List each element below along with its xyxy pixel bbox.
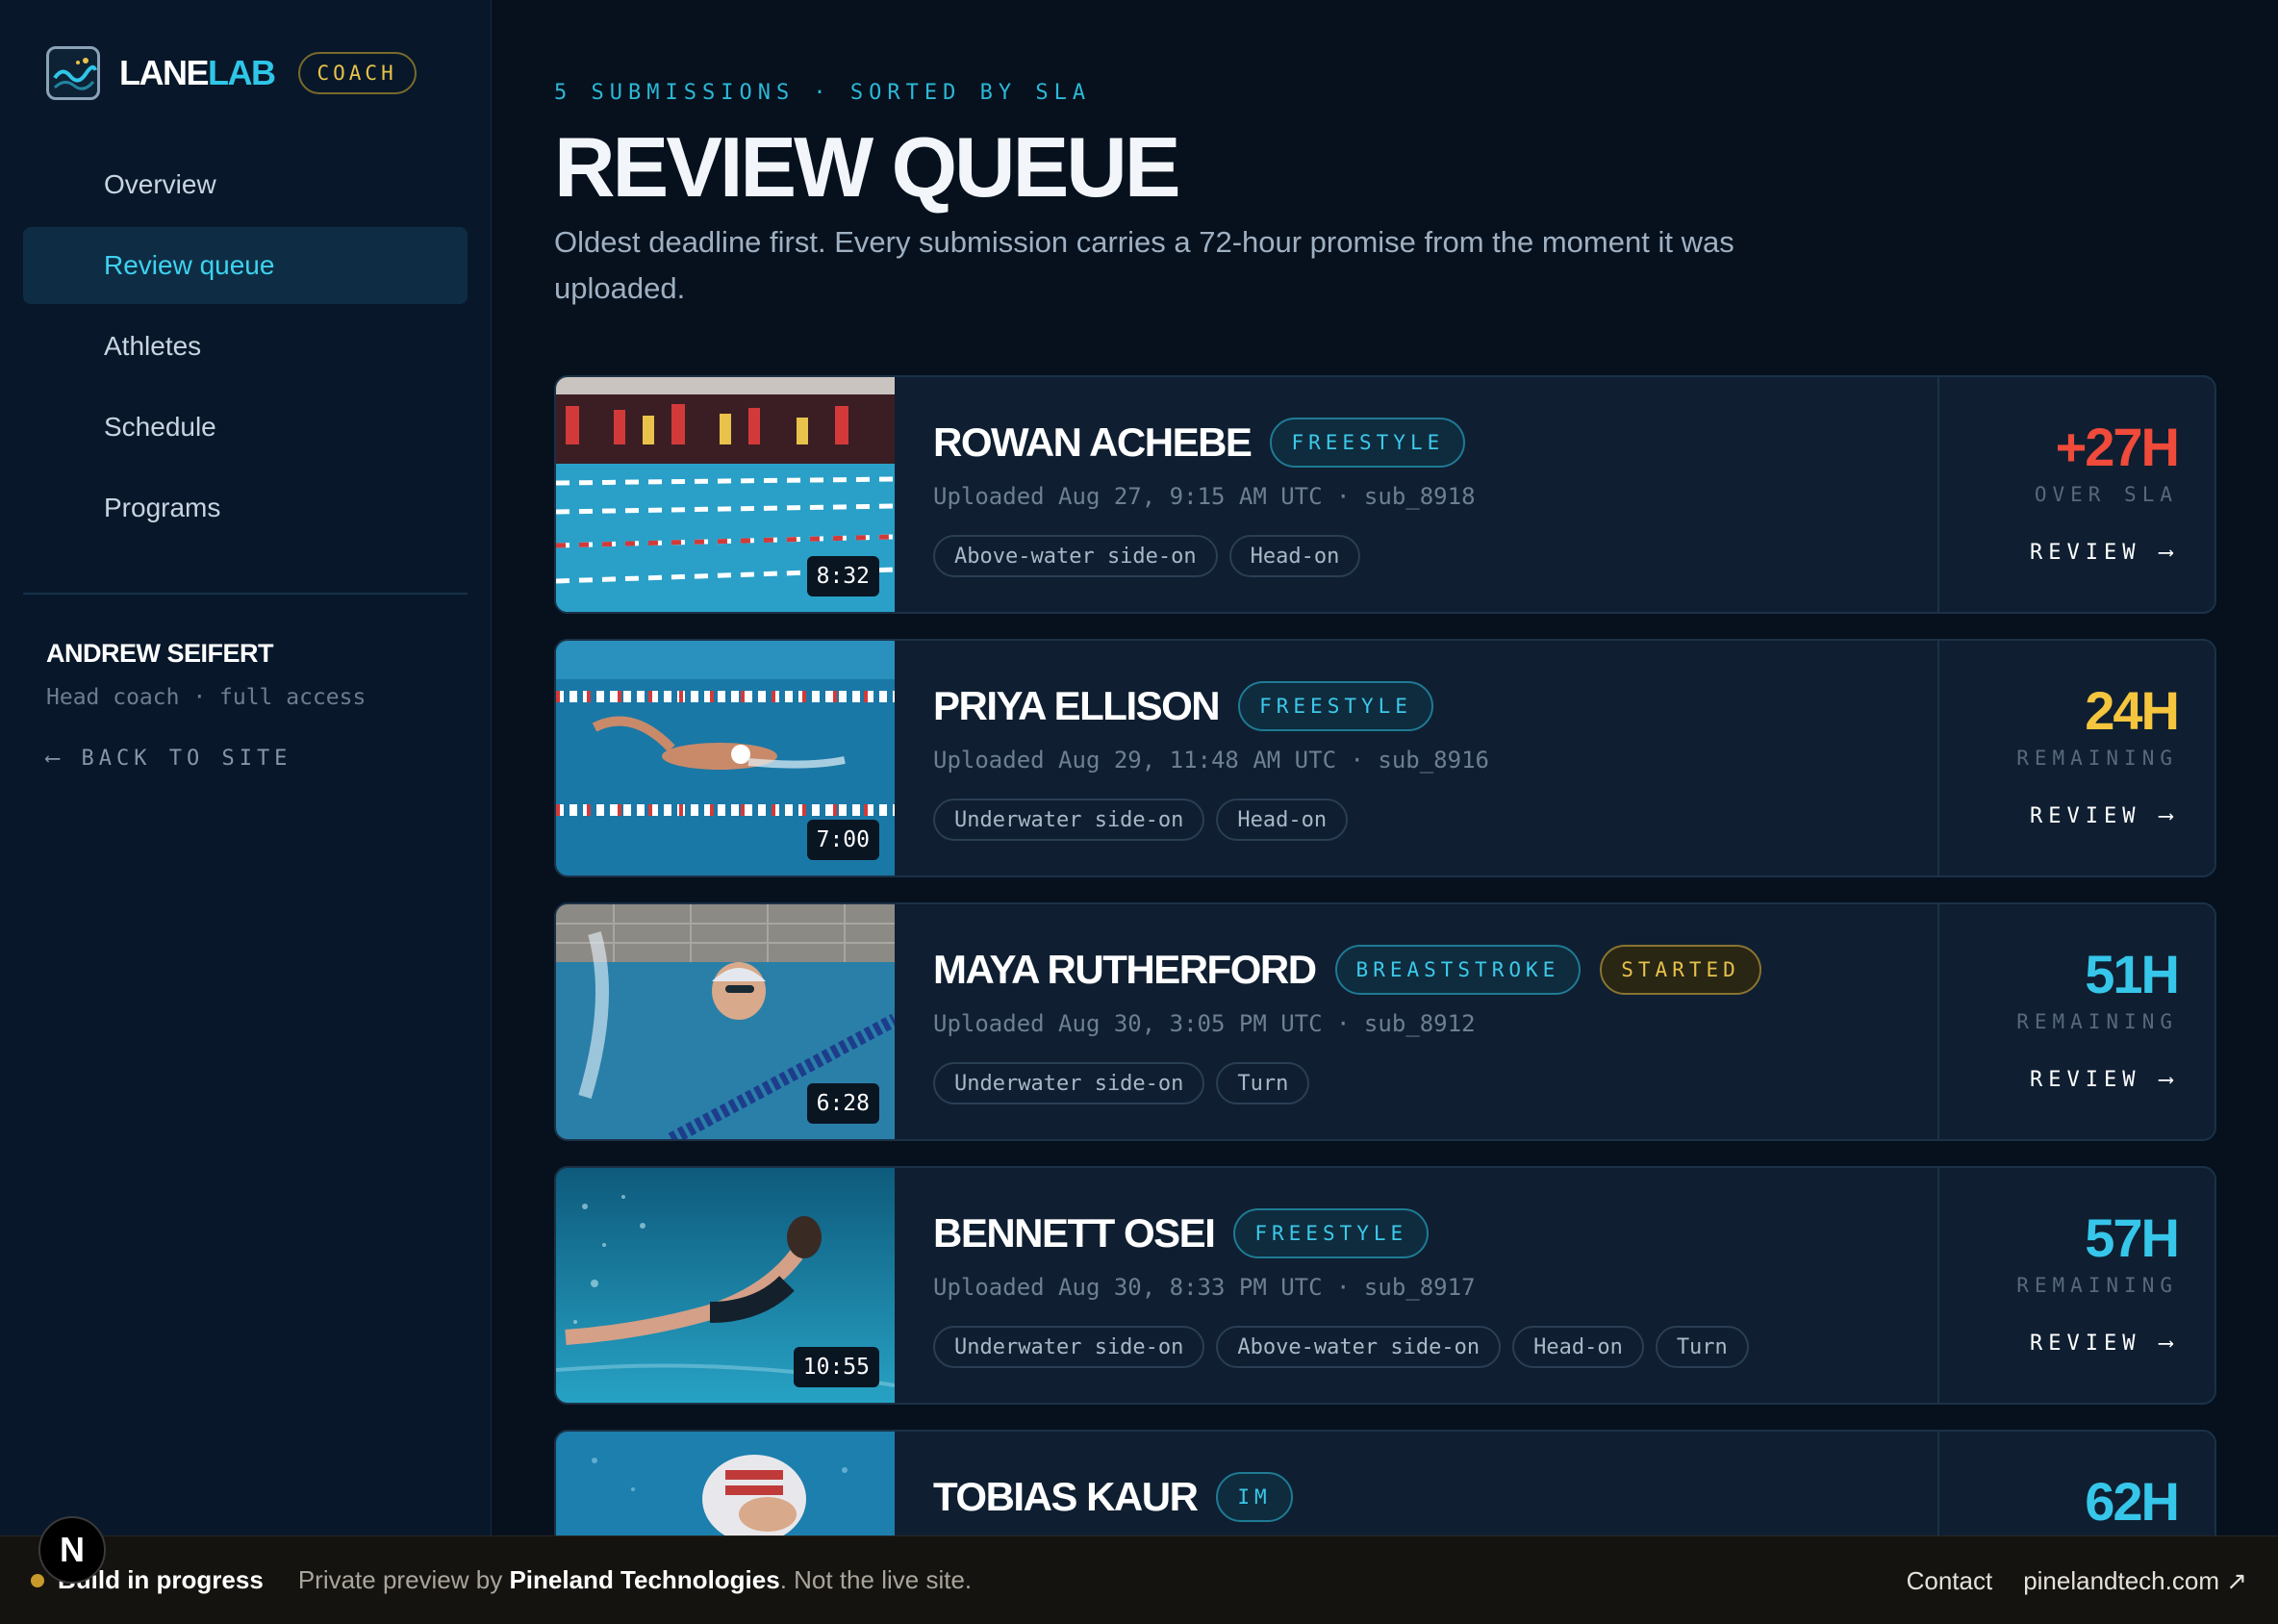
video-thumbnail[interactable]: 7:00 [556, 641, 895, 875]
stroke-badge: FREESTYLE [1270, 418, 1466, 468]
sla-value: 62H [2085, 1471, 2180, 1532]
camera-angle-tags: Underwater side-on Above-water side-on H… [933, 1326, 1926, 1368]
video-duration: 8:32 [806, 556, 879, 596]
brand-name-lab: LAB [208, 53, 276, 92]
brand[interactable]: LANELAB COACH [46, 46, 417, 100]
athlete-name: PRIYA ELLISON [933, 683, 1221, 728]
sidebar-item-review-queue[interactable]: Review queue [23, 227, 468, 304]
camera-angle-tags: Above-water side-on Head-on [933, 535, 1926, 577]
camera-angle-tags: Underwater side-on Turn [933, 1062, 1926, 1104]
back-to-site-link[interactable]: ⟵ BACK TO SITE [46, 747, 291, 771]
upload-meta: Uploaded Aug 29, 11:48 AM UTC · sub_8916 [933, 747, 1489, 774]
sla-value: +27H [2055, 417, 2180, 477]
sla-value: 57H [2085, 1207, 2180, 1268]
sidebar-item-overview[interactable]: Overview [23, 146, 468, 223]
sla-label: OVER SLA [2034, 483, 2178, 506]
angle-tag: Head-on [1216, 799, 1349, 841]
page-title: REVIEW QUEUE [554, 119, 1181, 215]
video-thumbnail[interactable]: 10:55 [556, 1168, 895, 1403]
stroke-badge: IM [1216, 1472, 1293, 1522]
submission-info: BENNETT OSEI FREESTYLE Uploaded Aug 30, … [933, 1206, 1926, 1368]
review-button[interactable]: REVIEW ⟶ [2030, 1068, 2178, 1092]
angle-tag: Turn [1655, 1326, 1749, 1368]
sla-value: 24H [2085, 680, 2180, 741]
video-duration: 7:00 [806, 820, 879, 860]
brand-name-lane: LANE [119, 53, 210, 92]
sla-label: REMAINING [2016, 1274, 2178, 1297]
video-thumbnail[interactable] [556, 1432, 895, 1535]
angle-tag: Above-water side-on [933, 535, 1218, 577]
athlete-name: MAYA RUTHERFORD [933, 947, 1317, 992]
build-status-dot-icon [31, 1573, 44, 1587]
sidebar-item-programs[interactable]: Programs [23, 469, 468, 546]
preview-notice: Private preview by Pineland Technologies… [298, 1565, 972, 1595]
submission-info: TOBIAS KAUR IM [933, 1470, 1926, 1524]
preview-footer: Build in progress Private preview by Pin… [0, 1535, 2278, 1624]
lanelab-logo-icon [46, 46, 100, 100]
athlete-name: BENNETT OSEI [933, 1210, 1216, 1256]
angle-tag: Underwater side-on [933, 799, 1205, 841]
n-badge-icon[interactable]: N [38, 1516, 106, 1584]
sidebar: LANELAB COACH Overview Review queue Athl… [0, 0, 492, 1535]
review-queue-list: 8:32 ROWAN ACHEBE FREESTYLE Uploaded Aug… [554, 375, 2216, 1535]
page-eyebrow: 5 SUBMISSIONS · SORTED BY SLA [554, 81, 1092, 105]
preview-prefix: Private preview by [297, 1565, 510, 1594]
submission-info: MAYA RUTHERFORD BREASTSTROKE STARTED Upl… [933, 943, 1926, 1104]
review-button[interactable]: REVIEW ⟶ [2030, 804, 2178, 828]
upload-meta: Uploaded Aug 30, 3:05 PM UTC · sub_8912 [933, 1010, 1476, 1037]
upload-meta: Uploaded Aug 30, 8:33 PM UTC · sub_8917 [933, 1274, 1476, 1301]
sidebar-nav: Overview Review queue Athletes Schedule … [23, 146, 468, 550]
upload-meta: Uploaded Aug 27, 9:15 AM UTC · sub_8918 [933, 483, 1476, 510]
stroke-badge: FREESTYLE [1233, 1208, 1430, 1258]
athlete-name: TOBIAS KAUR [933, 1474, 1199, 1519]
video-duration: 10:55 [793, 1347, 879, 1387]
user-role: Head coach · full access [46, 685, 367, 710]
sla-panel: 62H [1937, 1432, 2215, 1535]
sidebar-item-schedule[interactable]: Schedule [23, 389, 468, 466]
submission-card[interactable]: 10:55 BENNETT OSEI FREESTYLE Uploaded Au… [554, 1166, 2216, 1405]
brand-name: LANELAB [119, 53, 276, 93]
sidebar-divider [23, 593, 468, 595]
main-content: 5 SUBMISSIONS · SORTED BY SLA REVIEW QUE… [554, 0, 2216, 1535]
angle-tag: Head-on [1512, 1326, 1644, 1368]
video-duration: 6:28 [806, 1083, 879, 1124]
company-name: Pineland Technologies [509, 1565, 780, 1594]
review-button[interactable]: REVIEW ⟶ [2030, 541, 2178, 565]
sla-panel: +27H OVER SLA REVIEW ⟶ [1937, 377, 2215, 612]
stroke-badge: BREASTSTROKE [1334, 945, 1582, 995]
submission-info: ROWAN ACHEBE FREESTYLE Uploaded Aug 27, … [933, 416, 1926, 577]
camera-angle-tags: Underwater side-on Head-on [933, 799, 1926, 841]
page-description: Oldest deadline first. Every submission … [554, 225, 1734, 305]
sidebar-item-athletes[interactable]: Athletes [23, 308, 468, 385]
sla-label: REMAINING [2016, 1010, 2178, 1033]
sla-panel: 24H REMAINING REVIEW ⟶ [1937, 641, 2215, 875]
sla-label: REMAINING [2016, 747, 2178, 770]
video-thumbnail[interactable]: 8:32 [556, 377, 895, 612]
site-link[interactable]: pinelandtech.com ↗ [2023, 1566, 2247, 1596]
angle-tag: Turn [1216, 1062, 1310, 1104]
submission-card[interactable]: TOBIAS KAUR IM 62H [554, 1430, 2216, 1535]
submission-card[interactable]: 6:28 MAYA RUTHERFORD BREASTSTROKE STARTE… [554, 902, 2216, 1141]
angle-tag: Head-on [1228, 535, 1361, 577]
footer-links: Contact pinelandtech.com ↗ [1876, 1536, 2247, 1624]
sla-value: 51H [2085, 944, 2180, 1004]
contact-link[interactable]: Contact [1907, 1566, 1993, 1596]
preview-suffix: . Not the live site. [779, 1565, 973, 1594]
submission-card[interactable]: 8:32 ROWAN ACHEBE FREESTYLE Uploaded Aug… [554, 375, 2216, 614]
role-badge: COACH [297, 52, 417, 94]
angle-tag: Underwater side-on [933, 1062, 1205, 1104]
submission-info: PRIYA ELLISON FREESTYLE Uploaded Aug 29,… [933, 679, 1926, 841]
stroke-badge: FREESTYLE [1238, 681, 1433, 731]
sla-panel: 57H REMAINING REVIEW ⟶ [1937, 1168, 2215, 1403]
angle-tag: Above-water side-on [1216, 1326, 1502, 1368]
review-button[interactable]: REVIEW ⟶ [2030, 1332, 2178, 1356]
status-badge: STARTED [1600, 945, 1761, 995]
video-thumbnail[interactable]: 6:28 [556, 904, 895, 1139]
submission-card[interactable]: 7:00 PRIYA ELLISON FREESTYLE Uploaded Au… [554, 639, 2216, 877]
user-name: ANDREW SEIFERT [46, 639, 274, 668]
sla-panel: 51H REMAINING REVIEW ⟶ [1937, 904, 2215, 1139]
athlete-name: ROWAN ACHEBE [933, 419, 1253, 465]
angle-tag: Underwater side-on [933, 1326, 1205, 1368]
